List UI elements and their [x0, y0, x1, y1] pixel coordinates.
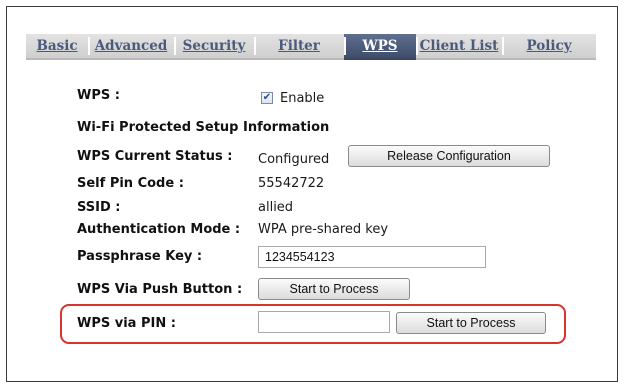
tab-wps[interactable]: WPS: [344, 34, 416, 60]
wps-pin-input[interactable]: [258, 311, 390, 333]
wps-status-value: Configured: [258, 152, 330, 167]
wps-enable-checkbox[interactable]: ✔: [261, 92, 273, 104]
tab-basic[interactable]: Basic: [26, 34, 88, 60]
self-pin-label: Self Pin Code :: [77, 176, 184, 191]
ssid-label: SSID :: [77, 200, 121, 215]
auth-mode-label: Authentication Mode :: [77, 222, 241, 237]
wps-enable-label: Enable: [280, 91, 325, 106]
push-button-start-button[interactable]: Start to Process: [258, 278, 410, 300]
checkmark-icon: ✔: [262, 92, 272, 103]
wps-label: WPS :: [77, 88, 120, 103]
tab-filter[interactable]: Filter: [254, 34, 344, 60]
passphrase-input[interactable]: [258, 246, 486, 268]
tab-advanced[interactable]: Advanced: [88, 34, 174, 60]
self-pin-value: 55542722: [258, 176, 325, 191]
passphrase-label: Passphrase Key :: [77, 249, 203, 264]
tab-policy[interactable]: Policy: [502, 34, 596, 60]
wps-status-label: WPS Current Status :: [77, 149, 233, 164]
section-title: Wi-Fi Protected Setup Information: [77, 120, 330, 135]
tab-client-list[interactable]: Client List: [416, 34, 502, 60]
push-button-label: WPS Via Push Button :: [77, 282, 243, 297]
tab-security[interactable]: Security: [174, 34, 254, 60]
pin-start-button[interactable]: Start to Process: [396, 312, 546, 334]
ssid-value: allied: [258, 200, 294, 215]
release-configuration-button[interactable]: Release Configuration: [348, 145, 550, 167]
auth-mode-value: WPA pre-shared key: [258, 222, 389, 237]
wps-pin-label: WPS via PIN :: [77, 316, 176, 331]
tab-bar: Basic Advanced Security Filter WPS Clien…: [26, 34, 596, 60]
